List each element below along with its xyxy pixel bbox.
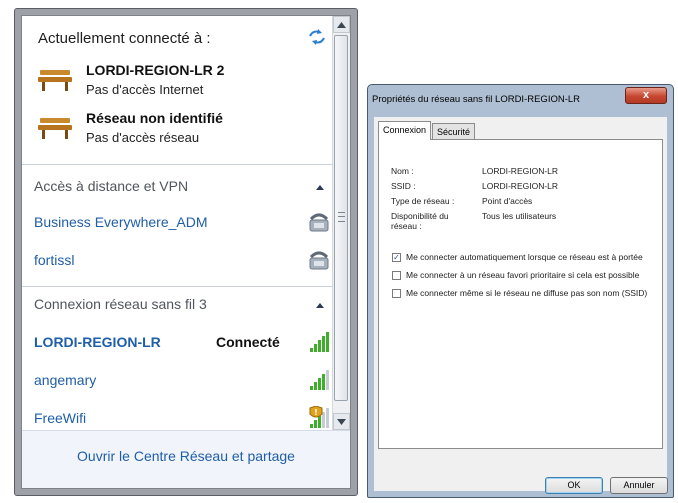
wifi-network-name: FreeWifi <box>34 410 87 426</box>
security-shield-icon: ! <box>309 406 323 418</box>
cancel-button[interactable]: Annuler <box>610 477 668 494</box>
modem-phone-icon <box>309 213 329 232</box>
network-bench-icon <box>38 70 72 91</box>
signal-bar <box>314 420 317 428</box>
chevron-down-icon <box>337 418 346 425</box>
scroll-grip-icon <box>338 212 345 222</box>
wifi-signal-icon <box>310 332 329 352</box>
chevron-up-icon[interactable] <box>314 300 326 310</box>
signal-bar <box>318 378 321 390</box>
wifi-network-item[interactable]: LORDI-REGION-LR Connecté <box>34 330 330 358</box>
signal-bar <box>318 340 321 352</box>
signal-bar <box>326 408 329 428</box>
network-bench-icon <box>38 118 72 139</box>
tab-panel-connexion: Nom : LORDI-REGION-LR SSID : LORDI-REGIO… <box>378 139 663 449</box>
signal-bar <box>310 348 313 352</box>
open-network-center-link[interactable]: Ouvrir le Centre Réseau et partage <box>22 448 350 464</box>
signal-bar <box>326 332 329 352</box>
connection-status: Pas d'accès Internet <box>86 82 204 97</box>
checkbox-box[interactable]: ✓ <box>392 253 401 262</box>
flyout-footer: Ouvrir le Centre Réseau et partage <box>22 430 350 488</box>
signal-bar <box>310 424 313 428</box>
scroll-up-button[interactable] <box>333 16 350 33</box>
vpn-item-name: fortissl <box>34 252 75 268</box>
wifi-network-item[interactable]: FreeWifi ! <box>34 406 330 430</box>
wifi-signal-icon: ! <box>309 406 329 428</box>
prop-label-availability: Disponibilité du réseau : <box>391 211 449 231</box>
vpn-section-title: Accès à distance et VPN <box>34 178 189 194</box>
flyout-panel: Actuellement connecté à : LORDI-REGION-L… <box>21 15 351 489</box>
network-flyout: Actuellement connecté à : LORDI-REGION-L… <box>14 8 358 496</box>
scroll-down-button[interactable] <box>333 413 350 430</box>
wireless-properties-dialog: Propriétés du réseau sans fil LORDI-REGI… <box>367 84 674 498</box>
divider <box>22 286 332 287</box>
prop-value-availability: Tous les utilisateurs <box>482 211 557 221</box>
flyout-content: Actuellement connecté à : LORDI-REGION-L… <box>22 16 332 430</box>
signal-bar <box>314 382 317 390</box>
wifi-network-item[interactable]: angemary <box>34 368 330 396</box>
signal-bar <box>322 374 325 390</box>
signal-bar <box>318 416 321 428</box>
checkbox-box[interactable] <box>392 289 401 298</box>
chevron-up-icon[interactable] <box>314 182 326 192</box>
vpn-item-name: Business Everywhere_ADM <box>34 214 208 230</box>
signal-bar <box>326 370 329 390</box>
chevron-up-icon <box>337 21 346 28</box>
checkbox-label: Me connecter à un réseau favori priorita… <box>406 270 640 280</box>
wifi-section-title: Connexion réseau sans fil 3 <box>34 296 207 312</box>
dialog-title: Propriétés du réseau sans fil LORDI-REGI… <box>372 94 581 105</box>
ok-button[interactable]: OK <box>545 477 603 494</box>
signal-bar <box>322 412 325 428</box>
connection-name: Réseau non identifié <box>86 110 223 126</box>
prop-label-name: Nom : <box>391 166 414 176</box>
svg-text:!: ! <box>314 408 318 417</box>
wifi-signal-icon <box>310 370 329 390</box>
refresh-icon[interactable] <box>307 28 327 46</box>
prop-value-name: LORDI-REGION-LR <box>482 166 559 176</box>
prop-value-type: Point d'accès <box>482 196 533 206</box>
vpn-item[interactable]: fortissl <box>34 248 330 276</box>
divider <box>22 164 332 165</box>
checkbox-label: Me connecter automatiquement lorsque ce … <box>406 252 643 262</box>
wifi-network-name: angemary <box>34 372 97 388</box>
prop-label-type: Type de réseau : <box>391 196 455 206</box>
close-button[interactable]: x <box>625 87 667 104</box>
signal-bar <box>310 386 313 390</box>
checkbox-label: Me connecter même si le réseau ne diffus… <box>406 288 648 298</box>
dialog-body: Connexion Sécurité Nom : LORDI-REGION-LR… <box>374 117 668 494</box>
connection-name: LORDI-REGION-LR 2 <box>86 62 225 78</box>
tab-connexion[interactable]: Connexion <box>378 121 432 140</box>
tab-securite[interactable]: Sécurité <box>432 123 476 139</box>
connected-header: Actuellement connecté à : <box>38 30 211 47</box>
flyout-scrollbar[interactable] <box>332 16 350 430</box>
vpn-item[interactable]: Business Everywhere_ADM <box>34 210 330 238</box>
connection-status: Pas d'accès réseau <box>86 130 200 145</box>
checkbox-box[interactable] <box>392 271 401 280</box>
signal-bar <box>314 344 317 352</box>
modem-phone-icon <box>309 251 329 270</box>
prop-value-ssid: LORDI-REGION-LR <box>482 181 559 191</box>
scroll-thumb[interactable] <box>334 35 348 401</box>
wifi-network-name: LORDI-REGION-LR <box>34 334 161 350</box>
signal-bar <box>322 336 325 352</box>
prop-label-ssid: SSID : <box>391 181 416 191</box>
wifi-network-status: Connecté <box>216 334 280 350</box>
